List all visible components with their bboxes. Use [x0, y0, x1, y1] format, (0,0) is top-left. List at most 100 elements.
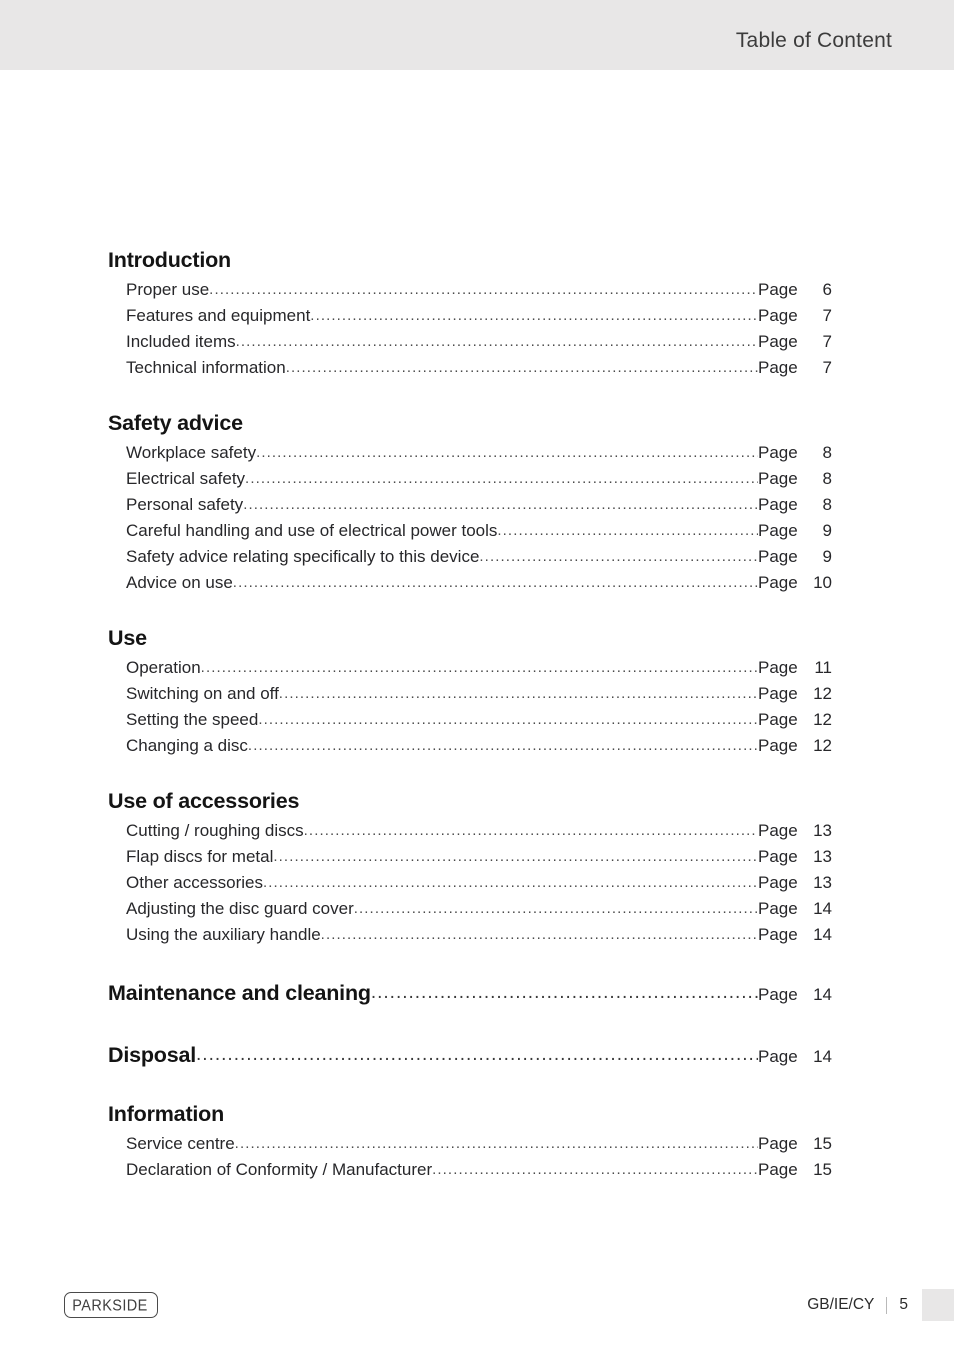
page-number: 12 — [813, 710, 832, 729]
dot-leader: ........................................… — [479, 548, 758, 565]
page-number: 12 — [813, 684, 832, 703]
toc-entry-row[interactable]: Operation...............................… — [126, 655, 832, 681]
dot-leader: ........................................… — [247, 737, 758, 754]
dot-leader: ........................................… — [432, 1161, 758, 1178]
toc-entry-label: Using the auxiliary handle — [126, 925, 321, 944]
dot-leader: ........................................… — [310, 307, 758, 324]
toc-entry-row[interactable]: Careful handling and use of electrical p… — [126, 518, 832, 544]
footer-edge-tab — [922, 1289, 954, 1321]
toc-entry-label: Workplace safety — [126, 443, 257, 462]
page-number: 9 — [822, 547, 832, 566]
toc-entry-row[interactable]: Adjusting the disc guard cover..........… — [126, 896, 832, 922]
toc-section-heading: Use of accessories — [108, 789, 300, 813]
toc-entry-label: Operation — [126, 658, 201, 677]
toc-entry-row[interactable]: Changing a disc.........................… — [126, 733, 832, 759]
toc-entry-label: Setting the speed — [126, 710, 259, 729]
toc-entry-label: Flap discs for metal — [126, 847, 274, 866]
toc-entry-label: Included items — [126, 332, 236, 351]
toc-entry-row[interactable]: Using the auxiliary handle..............… — [126, 922, 832, 948]
toc-section-heading: Safety advice — [108, 411, 243, 435]
page-number: 14 — [813, 899, 832, 918]
page-number: 8 — [822, 495, 832, 514]
toc-entry-row[interactable]: Cutting / roughing discs................… — [126, 818, 832, 844]
toc-section: Disposal................................… — [108, 1040, 832, 1072]
page-number: 9 — [822, 521, 832, 540]
page-label: Page — [758, 332, 798, 351]
dot-leader: ........................................… — [200, 659, 758, 676]
dot-leader: ........................................… — [256, 444, 758, 461]
page-label: Page — [758, 1160, 798, 1179]
dot-leader: ........................................… — [258, 711, 758, 728]
page-label: Page — [758, 306, 798, 325]
toc-entry-row[interactable]: Electrical safety.......................… — [126, 466, 832, 492]
toc-entry-row[interactable]: Declaration of Conformity / Manufacturer… — [126, 1157, 832, 1183]
dot-leader: ........................................… — [278, 685, 758, 702]
toc-section: Information Service centre...............… — [108, 1102, 832, 1183]
toc-entry-row[interactable]: Proper use..............................… — [126, 277, 832, 303]
toc-entry-row[interactable]: Included items..........................… — [126, 329, 832, 355]
dot-leader: ........................................… — [235, 333, 758, 350]
dot-leader: ........................................… — [497, 522, 758, 539]
page-label: Page — [758, 358, 798, 377]
page-label: Page — [758, 658, 798, 677]
page-number: 13 — [813, 873, 832, 892]
toc-section-heading: Disposal — [108, 1043, 197, 1067]
page-footer: PARKSIDE GB/IE/CY 5 — [0, 1288, 954, 1332]
footer-page-info: GB/IE/CY 5 — [807, 1289, 954, 1321]
toc-entry-row[interactable]: Switching on and off....................… — [126, 681, 832, 707]
page-label: Page — [758, 684, 798, 703]
toc-entry-row[interactable]: Workplace safety........................… — [126, 440, 832, 466]
toc-heading-row[interactable]: Disposal................................… — [108, 1040, 832, 1072]
dot-leader: ........................................… — [263, 874, 758, 891]
toc-section: Maintenance and cleaning................… — [108, 978, 832, 1010]
page-label: Page — [758, 736, 798, 755]
page-label: Page — [758, 280, 798, 299]
dot-leader: ........................................… — [234, 1135, 758, 1152]
toc-entry-row[interactable]: Features and equipment..................… — [126, 303, 832, 329]
toc-entry-label: Adjusting the disc guard cover — [126, 899, 354, 918]
footer-page-number: 5 — [899, 1296, 908, 1313]
dot-leader: ........................................… — [370, 982, 758, 1003]
toc-entry-label: Technical information — [126, 358, 286, 377]
toc-heading-row[interactable]: Maintenance and cleaning................… — [108, 978, 832, 1010]
toc-entry-label: Safety advice relating specifically to t… — [126, 547, 480, 566]
page-label: Page — [758, 925, 798, 944]
toc-entry-row[interactable]: Flap discs for metal....................… — [126, 844, 832, 870]
dot-leader: ........................................… — [243, 496, 758, 513]
page-label: Page — [758, 710, 798, 729]
page-label: Page — [758, 469, 798, 488]
toc-entry-row[interactable]: Service centre..........................… — [126, 1131, 832, 1157]
toc-entry-label: Declaration of Conformity / Manufacturer — [126, 1160, 433, 1179]
page-label: Page — [758, 821, 798, 840]
toc-entry-row[interactable]: Technical information...................… — [126, 355, 832, 381]
toc-entry-label: Other accessories — [126, 873, 263, 892]
page-number: 15 — [813, 1160, 832, 1179]
page-number: 11 — [814, 658, 832, 677]
toc-entry-label: Proper use — [126, 280, 210, 299]
footer-locale: GB/IE/CY — [807, 1296, 875, 1313]
page-label: Page — [758, 899, 798, 918]
toc-entry-label: Electrical safety — [126, 469, 246, 488]
toc-entry-row[interactable]: Setting the speed.......................… — [126, 707, 832, 733]
toc-entry-row[interactable]: Advice on use...........................… — [126, 570, 832, 596]
toc-entry-row[interactable]: Personal safety.........................… — [126, 492, 832, 518]
dot-leader: ........................................… — [209, 281, 758, 298]
dot-leader: ........................................… — [232, 574, 758, 591]
page-number: 13 — [813, 847, 832, 866]
toc-section: Introduction Proper use..................… — [108, 248, 832, 381]
dot-leader: ........................................… — [196, 1044, 758, 1065]
parkside-logo: PARKSIDE — [64, 1292, 158, 1318]
page-label: Page — [758, 443, 798, 462]
dot-leader: ........................................… — [320, 926, 758, 943]
toc-entry-row[interactable]: Other accessories.......................… — [126, 870, 832, 896]
page-number: 14 — [813, 925, 832, 944]
page-label: Page — [758, 1047, 798, 1066]
page-number: 14 — [813, 985, 832, 1004]
page-number: 8 — [822, 469, 832, 488]
page-number: 8 — [822, 443, 832, 462]
toc-section: Use Operation............................… — [108, 626, 832, 759]
page-label: Page — [758, 1134, 798, 1153]
dot-leader: ........................................… — [285, 359, 758, 376]
toc-entry-row[interactable]: Safety advice relating specifically to t… — [126, 544, 832, 570]
page-number: 7 — [822, 332, 832, 351]
